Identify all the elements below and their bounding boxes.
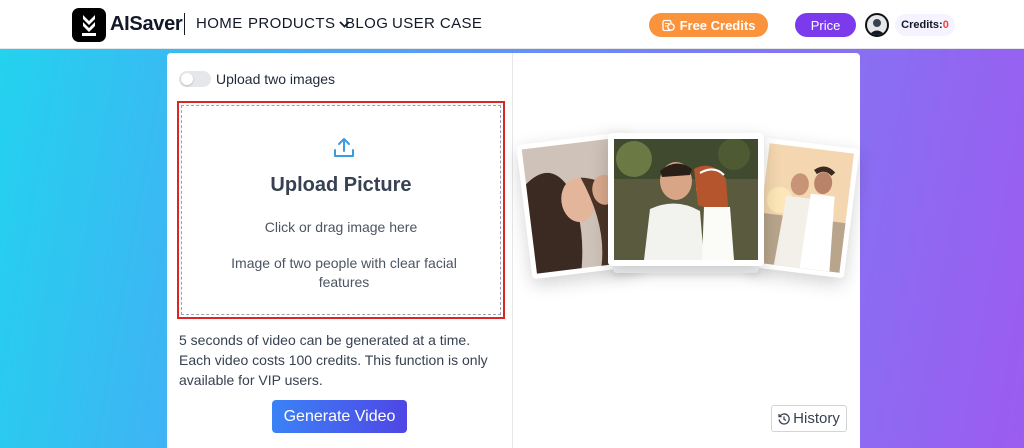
upload-requirement: Image of two people with clear facial fe… bbox=[231, 255, 457, 290]
credits-badge: Credits: 0 bbox=[895, 14, 955, 36]
coins-icon bbox=[661, 19, 675, 31]
example-image-center bbox=[614, 138, 758, 260]
nav-blog[interactable]: BLOG bbox=[345, 15, 388, 32]
example-photo-right bbox=[749, 137, 860, 279]
photo-stack-edge bbox=[613, 265, 759, 273]
credits-note: 5 seconds of video can be generated at a… bbox=[179, 332, 488, 388]
logo-icon[interactable] bbox=[72, 8, 106, 42]
brand-name[interactable]: AISaver bbox=[110, 13, 183, 36]
nav-products[interactable]: PRODUCTS bbox=[248, 15, 351, 32]
main-card: Upload two images Upload Picture Click o… bbox=[167, 53, 860, 448]
credits-value: 0 bbox=[942, 19, 949, 31]
example-photo-center bbox=[608, 133, 764, 266]
free-credits-label: Free Credits bbox=[679, 17, 756, 33]
upload-two-images-toggle[interactable] bbox=[179, 71, 211, 87]
price-button[interactable]: Price bbox=[795, 13, 856, 37]
user-avatar-icon bbox=[867, 15, 887, 35]
generate-video-button[interactable]: Generate Video bbox=[272, 400, 407, 433]
nav-home[interactable]: HOME bbox=[196, 15, 243, 32]
free-credits-button[interactable]: Free Credits bbox=[649, 13, 768, 37]
nav-products-label: PRODUCTS bbox=[248, 15, 336, 32]
nav-user-case[interactable]: USER CASE bbox=[392, 15, 482, 32]
example-image-right bbox=[749, 137, 860, 279]
history-button[interactable]: History bbox=[771, 405, 847, 432]
upload-hint: Click or drag image here bbox=[264, 219, 418, 235]
upload-dropzone-inner: Upload Picture Click or drag image here … bbox=[181, 105, 501, 315]
history-clock-icon bbox=[778, 412, 790, 425]
top-navbar: AISaver HOME PRODUCTS BLOG USER CASE Fre… bbox=[0, 0, 1024, 49]
upload-panel: Upload two images Upload Picture Click o… bbox=[167, 53, 513, 448]
credits-label: Credits: bbox=[901, 19, 943, 31]
upload-dropzone[interactable]: Upload Picture Click or drag image here … bbox=[177, 101, 505, 319]
upload-title: Upload Picture bbox=[270, 174, 412, 196]
upload-icon bbox=[334, 138, 354, 157]
brand-divider bbox=[184, 13, 185, 35]
avatar[interactable] bbox=[865, 13, 889, 37]
upload-two-images-label: Upload two images bbox=[216, 71, 336, 87]
history-label: History bbox=[793, 410, 840, 427]
download-logo-icon bbox=[82, 15, 96, 36]
